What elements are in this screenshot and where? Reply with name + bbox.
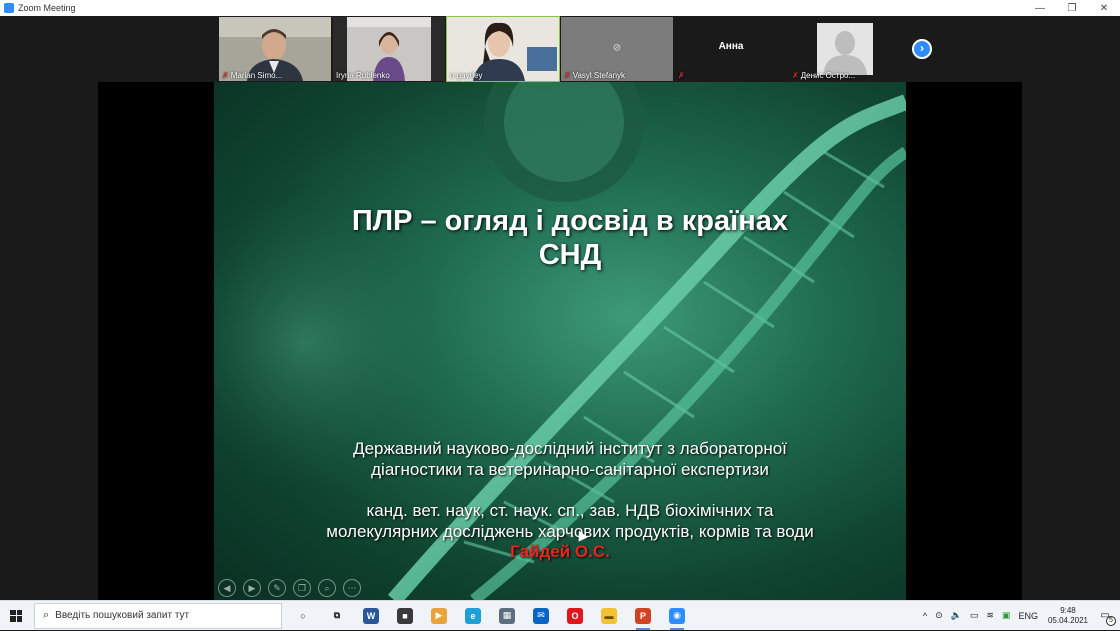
zoom-slide-button[interactable]: ⌕ <box>318 579 336 597</box>
taskbar-app-cortana[interactable]: ○ <box>286 601 320 631</box>
mic-muted-icon: ✗ <box>792 71 799 80</box>
taskbar-app-file-explorer[interactable]: ▬ <box>592 601 626 631</box>
title-bar: Zoom Meeting — ❐ ✕ <box>0 0 1120 16</box>
opera-icon: O <box>567 607 583 624</box>
network-icon[interactable]: ≋ <box>986 610 994 621</box>
zoom-icon: ◉ <box>669 607 685 624</box>
next-slide-button[interactable]: ▶ <box>243 579 261 597</box>
participant-strip: ✗ Marian Simo... Iryna Rublenko o gaydey… <box>0 16 1120 82</box>
mic-muted-icon: ✗ <box>222 71 229 80</box>
restore-button[interactable]: ❐ <box>1056 0 1088 16</box>
screen-share-area: ПЛР – огляд і досвід в країнах СНД Держа… <box>98 82 1022 600</box>
slideshow-toolbar: ◀ ▶ ✎ ❐ ⌕ ⋯ <box>218 579 361 597</box>
taskbar-app-media-player[interactable]: ▶ <box>422 601 456 631</box>
search-placeholder: Введіть пошуковий запит тут <box>55 610 190 621</box>
media-player-icon: ▶ <box>431 607 447 624</box>
security-icon[interactable]: ▣ <box>1002 610 1011 621</box>
calculator-icon: ▦ <box>499 607 515 624</box>
more-options-button[interactable]: ⋯ <box>343 579 361 597</box>
store-icon: ■ <box>397 607 413 624</box>
clock-date: 05.04.2021 <box>1047 615 1088 625</box>
participant-tile[interactable]: ✗ Marian Simo... <box>219 17 331 81</box>
participant-name: Анна <box>718 41 744 52</box>
zoom-window: Zoom Meeting — ❐ ✕ ✗ Marian Simo... Iryn… <box>0 0 1120 600</box>
task-view-icon: ⧉ <box>329 607 345 624</box>
search-icon: ⌕ <box>43 609 50 621</box>
clock-time: 9:48 <box>1060 605 1076 615</box>
taskbar-app-edge[interactable]: e <box>456 601 490 631</box>
slide-title: ПЛР – огляд і досвід в країнах СНД <box>351 205 789 271</box>
participant-name: Vasyl Stefanyk <box>572 71 626 80</box>
taskbar-app-word[interactable]: W <box>354 601 388 631</box>
participant-name: Денис Остро... <box>800 71 856 80</box>
taskbar-app-task-view[interactable]: ⧉ <box>320 601 354 631</box>
taskbar-app-opera[interactable]: O <box>558 601 592 631</box>
cortana-icon: ○ <box>295 607 311 624</box>
powerpoint-icon: P <box>635 607 651 624</box>
battery-icon[interactable]: ▭ <box>970 610 979 621</box>
next-participants-button[interactable]: › <box>912 39 932 59</box>
mail-icon: ✉ <box>533 607 549 624</box>
see-all-slides-button[interactable]: ❐ <box>293 579 311 597</box>
participant-name: Iryna Rublenko <box>336 71 390 80</box>
previous-slide-button[interactable]: ◀ <box>218 579 236 597</box>
taskbar-apps: ○ ⧉ W ■ ▶ e ▦ ✉ O ▬ P ◉ <box>286 601 694 631</box>
taskbar-clock[interactable]: 9:48 05.04.2021 <box>1048 606 1088 626</box>
location-icon[interactable]: ⊙ <box>935 610 943 621</box>
taskbar-search-box[interactable]: ⌕ Введіть пошуковий запит тут <box>34 602 282 629</box>
video-off-icon: ⊘ <box>612 42 622 54</box>
start-button[interactable] <box>0 601 32 631</box>
participant-tile[interactable]: ✗ Денис Остро... <box>789 17 901 81</box>
participant-tile[interactable]: Анна ✗ <box>675 17 787 81</box>
window-title: Zoom Meeting <box>18 3 76 13</box>
show-hidden-icons-chevron[interactable]: ^ <box>923 611 927 621</box>
slide-author-position: канд. вет. наук, ст. наук. сп., зав. НДВ… <box>326 501 814 541</box>
system-tray: ^ ⊙ 🔈 ▭ ≋ ▣ ENG 9:48 05.04.2021 ▭ 5 <box>919 601 1120 631</box>
participant-tile[interactable]: ⊘ ✗ Vasyl Stefanyk <box>561 17 673 81</box>
mic-muted-icon: ✗ <box>564 71 571 80</box>
windows-taskbar: ⌕ Введіть пошуковий запит тут ○ ⧉ W ■ ▶ e ▦ ✉ O ▬… <box>0 600 1120 630</box>
slide-author-name: Гайдей О.С. <box>510 542 610 561</box>
notification-count-badge: 5 <box>1106 615 1116 626</box>
presentation-slide: ПЛР – огляд і досвід в країнах СНД Держа… <box>214 82 906 600</box>
file-explorer-icon: ▬ <box>601 607 617 624</box>
windows-logo-icon <box>10 609 22 622</box>
slide-institute: Державний науково-дослідний інститут з л… <box>353 439 787 479</box>
participant-tile-active-speaker[interactable]: o gaydey <box>446 16 560 82</box>
input-language[interactable]: ENG <box>1018 611 1038 621</box>
mic-muted-icon: ✗ <box>678 71 685 80</box>
taskbar-app-powerpoint[interactable]: P <box>626 601 660 631</box>
word-icon: W <box>363 607 379 624</box>
taskbar-app-store[interactable]: ■ <box>388 601 422 631</box>
edge-icon: e <box>465 607 481 624</box>
zoom-app-icon <box>4 3 14 13</box>
participant-tile[interactable]: Iryna Rublenko <box>333 17 445 81</box>
notification-center-button[interactable]: ▭ 5 <box>1094 605 1116 627</box>
pen-tool-button[interactable]: ✎ <box>268 579 286 597</box>
minimize-button[interactable]: — <box>1024 0 1056 16</box>
participant-name: Marian Simo... <box>230 71 283 80</box>
taskbar-app-zoom[interactable]: ◉ <box>660 601 694 631</box>
taskbar-app-calculator[interactable]: ▦ <box>490 601 524 631</box>
taskbar-app-mail[interactable]: ✉ <box>524 601 558 631</box>
volume-icon[interactable]: 🔈 <box>951 610 962 621</box>
close-button[interactable]: ✕ <box>1088 0 1120 16</box>
participant-name: o gaydey <box>450 71 483 80</box>
